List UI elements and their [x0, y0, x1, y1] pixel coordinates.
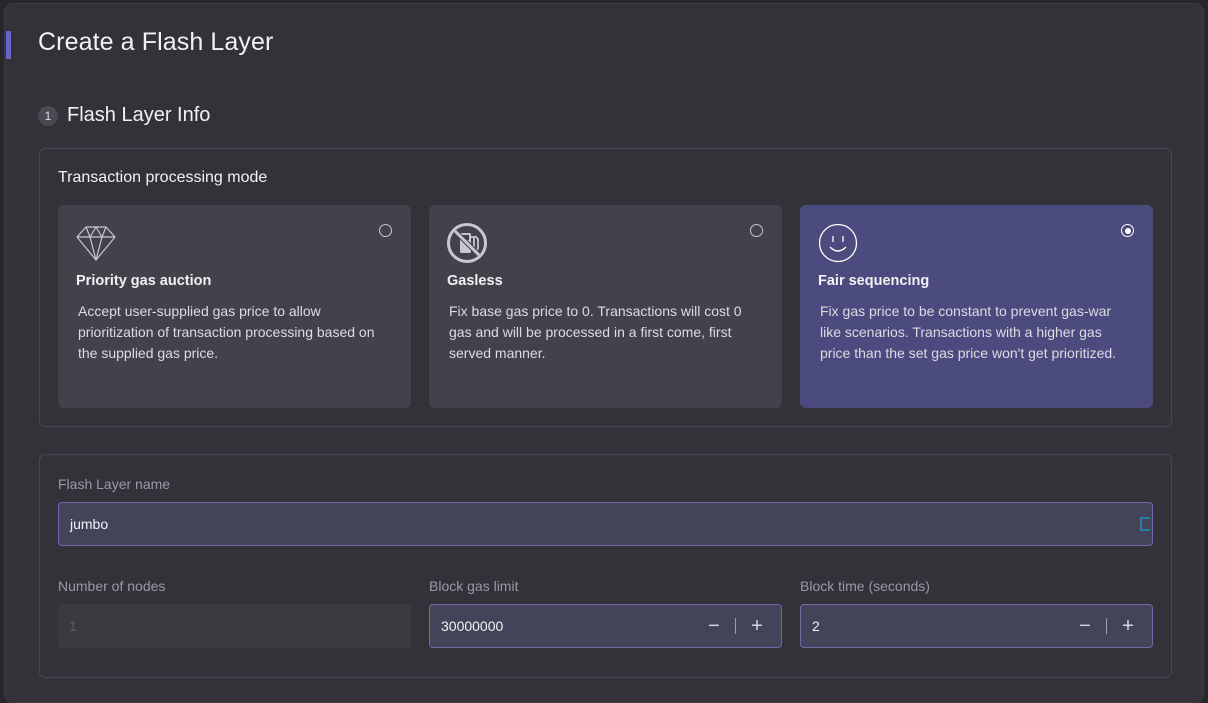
processing-mode-section: Transaction processing mode Priority gas…: [39, 148, 1172, 427]
block-time-label: Block time (seconds): [800, 578, 930, 594]
stepper-divider: [735, 618, 736, 634]
mode-card-priority-gas-auction[interactable]: Priority gas auction Accept user-supplie…: [58, 205, 411, 408]
block-gas-limit-value: 30000000: [441, 618, 504, 634]
increment-button[interactable]: +: [747, 615, 767, 637]
mode-card-title: Fair sequencing: [818, 273, 930, 289]
flash-layer-name-input[interactable]: jumbo: [58, 502, 1153, 546]
step-number-badge: 1: [38, 105, 58, 126]
number-of-nodes-input: 1: [58, 604, 411, 648]
block-time-value: 2: [812, 618, 820, 634]
mode-radio-priority-gas-auction[interactable]: [379, 224, 392, 237]
block-gas-limit-input[interactable]: 30000000 − +: [429, 604, 782, 648]
step-title: Flash Layer Info: [67, 104, 211, 126]
mode-card-title: Priority gas auction: [76, 273, 212, 289]
mode-card-fair-sequencing[interactable]: Fair sequencing Fix gas price to be cons…: [800, 205, 1153, 408]
mode-radio-fair-sequencing[interactable]: [1121, 224, 1134, 237]
block-time-stepper: − +: [1075, 605, 1138, 647]
password-manager-icon[interactable]: [1140, 517, 1150, 531]
smiley-icon: [818, 223, 858, 263]
block-gas-limit-stepper: − +: [704, 605, 767, 647]
number-of-nodes-label: Number of nodes: [58, 578, 166, 594]
flash-layer-name-value: jumbo: [70, 516, 109, 532]
flash-layer-settings-section: Flash Layer name jumbo Number of nodes 1…: [39, 454, 1172, 678]
mode-card-gasless[interactable]: Gasless Fix base gas price to 0. Transac…: [429, 205, 782, 408]
stepper-divider: [1106, 618, 1107, 634]
decrement-button[interactable]: −: [704, 615, 724, 637]
no-gas-icon: [447, 223, 487, 263]
increment-button[interactable]: +: [1118, 615, 1138, 637]
diamond-icon: [76, 226, 116, 261]
step-header: 1 Flash Layer Info: [38, 104, 210, 127]
mode-radio-gasless[interactable]: [750, 224, 763, 237]
mode-card-description: Fix base gas price to 0. Transactions wi…: [449, 303, 742, 361]
block-time-input[interactable]: 2 − +: [800, 604, 1153, 648]
mode-card-title: Gasless: [447, 273, 503, 289]
page-title: Create a Flash Layer: [38, 28, 274, 56]
mode-card-description: Fix gas price to be constant to prevent …: [820, 303, 1117, 361]
decrement-button[interactable]: −: [1075, 615, 1095, 637]
title-accent-bar: [6, 31, 11, 59]
block-gas-limit-label: Block gas limit: [429, 578, 519, 594]
processing-mode-heading: Transaction processing mode: [58, 169, 268, 186]
flash-layer-name-label: Flash Layer name: [58, 476, 171, 492]
create-flash-layer-panel: Create a Flash Layer 1 Flash Layer Info …: [4, 3, 1204, 703]
mode-card-description: Accept user-supplied gas price to allow …: [78, 303, 375, 361]
number-of-nodes-value: 1: [69, 618, 77, 634]
